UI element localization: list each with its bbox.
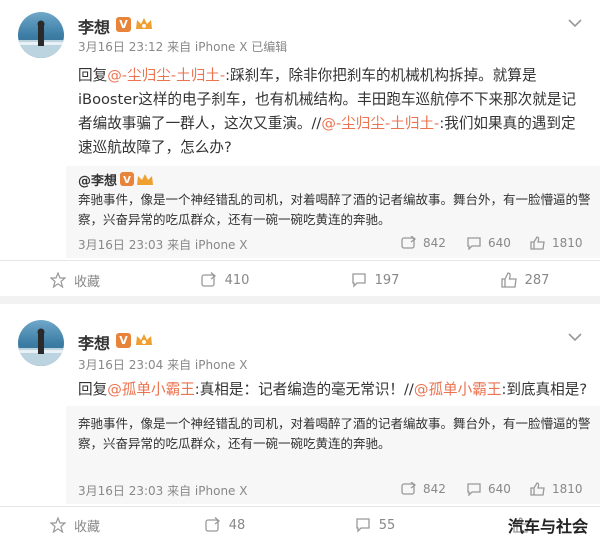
post-text: :到底真相是?: [501, 381, 588, 398]
comment-icon: [467, 237, 481, 250]
comment-count[interactable]: 640: [466, 482, 511, 496]
verified-badge-icon: V: [116, 333, 131, 348]
thumbs-up-icon: [500, 272, 517, 288]
weibo-post-2: 李想 V 3月16日 23:04 来自 iPhone X 回复@孤单小霸王:真相…: [0, 304, 600, 543]
reply-prefix: 回复: [78, 67, 108, 84]
post-meta: 3月16日 23:04 来自 iPhone X: [78, 358, 248, 372]
repost-button[interactable]: 410: [150, 262, 300, 298]
watermark-text: 汽车与社会: [507, 517, 588, 536]
repost-count-value: 410: [224, 272, 250, 288]
divider: [0, 260, 600, 261]
verified-vip-icon: V: [120, 172, 153, 186]
repost-author[interactable]: @李想: [78, 170, 117, 189]
post-body: 回复@-尘归尘-土归土-:踩刹车，除非你把刹车的机械机构拆掉。就算是iBoost…: [78, 64, 588, 160]
repost-icon: [401, 482, 417, 495]
comment-icon: [351, 273, 366, 288]
repost-text: 奔驰事件，像是一个神经错乱的司机，对着喝醉了酒的记者编故事。舞台外，有一脸懵逼的…: [78, 416, 591, 451]
mention-link[interactable]: @孤单小霸王: [107, 381, 195, 398]
like-count[interactable]: 1810: [530, 482, 583, 496]
repost-button[interactable]: 48: [150, 507, 300, 543]
mention-link[interactable]: @-尘归尘-土归土-: [107, 67, 225, 84]
action-bar: 收藏 410 197 287: [0, 262, 600, 298]
mention-link[interactable]: @-尘归尘-土归土-: [321, 115, 439, 132]
favorite-button[interactable]: 收藏: [0, 262, 150, 298]
repost-text: 奔驰事件，像是一个神经错乱的司机，对着喝醉了酒的记者编故事。舞台外，有一脸懵逼的…: [78, 192, 591, 227]
like-button[interactable]: 287: [450, 262, 600, 298]
star-icon: [49, 517, 66, 533]
comment-icon: [356, 518, 370, 533]
repost-icon: [205, 517, 220, 532]
comment-button[interactable]: 55: [300, 507, 450, 543]
thumbs-up-icon: [530, 482, 545, 496]
like-count-value: 1810: [552, 236, 583, 250]
repost-count-value: 842: [423, 482, 446, 496]
repost-icon: [200, 272, 216, 287]
repost-count[interactable]: 842: [401, 482, 446, 496]
repost-meta: 3月16日 23:03 来自 iPhone X: [78, 238, 248, 252]
weibo-post-1: 李想 V 3月16日 23:12 来自 iPhone X 已编辑 回复@-尘归尘…: [0, 0, 600, 296]
favorite-button[interactable]: 收藏: [0, 507, 150, 543]
comment-count-value: 640: [488, 482, 511, 496]
avatar[interactable]: [18, 12, 64, 58]
reposted-weibo[interactable]: @李想 V 奔驰事件，像是一个神经错乱的司机，对着喝醉了酒的记者编故事。舞台外，…: [66, 166, 600, 258]
favorite-label: 收藏: [73, 519, 100, 535]
avatar[interactable]: [18, 320, 64, 366]
username[interactable]: 李想: [78, 330, 110, 354]
favorite-label: 收藏: [73, 274, 100, 290]
comment-count-value: 640: [488, 236, 511, 250]
svg-text:V: V: [123, 175, 131, 186]
like-count-value: 1810: [552, 482, 583, 496]
post-meta: 3月16日 23:12 来自 iPhone X 已编辑: [78, 40, 288, 54]
mention-link[interactable]: @孤单小霸王: [414, 381, 502, 398]
post-text: :真相是：记者编造的毫无常识！//: [194, 381, 414, 398]
repost-count[interactable]: 842: [401, 236, 446, 250]
star-icon: [49, 272, 66, 288]
vip-crown-icon: [136, 18, 152, 29]
verified-badge-icon: V: [116, 17, 131, 32]
repost-count-value: 842: [423, 236, 446, 250]
comment-button[interactable]: 197: [300, 262, 450, 298]
post-body: 回复@孤单小霸王:真相是：记者编造的毫无常识！//@孤单小霸王:到底真相是?: [78, 378, 588, 402]
reposted-weibo[interactable]: 奔驰事件，像是一个神经错乱的司机，对着喝醉了酒的记者编故事。舞台外，有一脸懵逼的…: [66, 406, 600, 504]
comment-count[interactable]: 640: [466, 236, 511, 250]
chevron-down-icon[interactable]: [566, 14, 584, 32]
like-count[interactable]: 1810: [530, 236, 583, 250]
repost-meta: 3月16日 23:03 来自 iPhone X: [78, 484, 248, 498]
repost-icon: [401, 236, 417, 249]
thumbs-up-icon: [530, 236, 545, 250]
comment-icon: [467, 483, 481, 496]
like-count-value: 287: [524, 272, 550, 288]
reply-prefix: 回复: [78, 381, 108, 398]
chevron-down-icon[interactable]: [566, 328, 584, 346]
repost-count-value: 48: [228, 517, 246, 533]
comment-count-value: 197: [374, 272, 400, 288]
username[interactable]: 李想: [78, 14, 110, 38]
comment-count-value: 55: [378, 517, 396, 533]
vip-crown-icon: [136, 334, 152, 345]
